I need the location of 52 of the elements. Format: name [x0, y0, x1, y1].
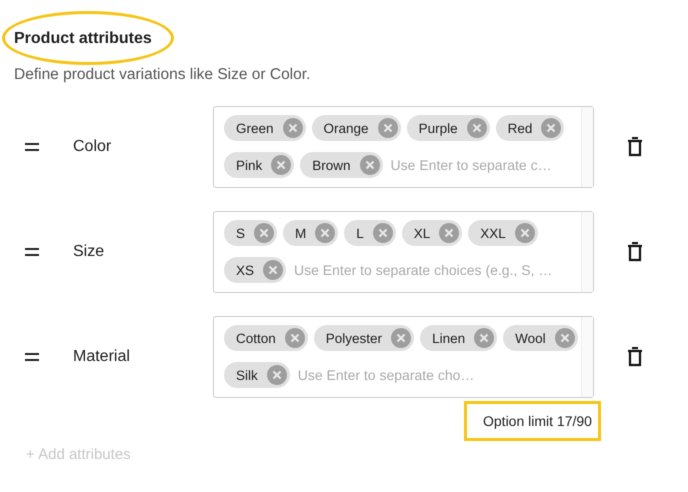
- remove-icon[interactable]: [378, 118, 398, 138]
- chip-label: M: [295, 226, 306, 240]
- chip-label: Cotton: [236, 330, 276, 346]
- chip-label: Linen: [432, 330, 466, 346]
- scrollbar[interactable]: [581, 107, 593, 187]
- chip-label: S: [236, 226, 246, 240]
- drag-handle-icon[interactable]: [25, 353, 39, 361]
- remove-icon[interactable]: [263, 260, 284, 280]
- remove-icon[interactable]: [474, 328, 494, 348]
- remove-icon[interactable]: [466, 118, 487, 138]
- chip-label: XS: [236, 262, 254, 278]
- chip-label: L: [356, 226, 364, 240]
- chip-label: Pink: [236, 158, 262, 172]
- attribute-name: Color: [73, 138, 112, 156]
- chip-label: Silk: [236, 368, 258, 382]
- remove-icon[interactable]: [541, 118, 562, 138]
- choice-input[interactable]: Use Enter to separate c…: [388, 152, 581, 178]
- delete-icon[interactable]: [627, 137, 643, 157]
- drag-handle-icon[interactable]: [25, 248, 39, 256]
- attribute-name: Material: [73, 348, 131, 366]
- chip-label: XL: [414, 226, 430, 240]
- chip-label: Red: [508, 120, 532, 136]
- section-title: Product attributes: [14, 30, 152, 48]
- drag-handle-icon[interactable]: [25, 143, 39, 151]
- chip-label: Orange: [324, 120, 369, 136]
- remove-icon[interactable]: [254, 223, 274, 243]
- chip-label: Green: [236, 120, 274, 136]
- remove-icon[interactable]: [554, 328, 575, 348]
- chip-label: Purple: [418, 120, 458, 136]
- section-description: Define product variations like Size or Color.: [14, 66, 312, 84]
- remove-icon[interactable]: [282, 118, 303, 138]
- chip-label: Wool: [515, 330, 546, 346]
- remove-icon[interactable]: [514, 223, 535, 243]
- remove-icon[interactable]: [360, 155, 380, 175]
- chip-label: Brown: [312, 158, 351, 172]
- chip-label: Polyester: [326, 330, 382, 346]
- chip-label: XXL: [480, 226, 506, 240]
- option-limit: Option limit 17/90: [464, 401, 601, 441]
- delete-icon[interactable]: [627, 347, 643, 367]
- choice-input[interactable]: Use Enter to separate cho…: [296, 362, 581, 388]
- remove-icon[interactable]: [315, 223, 336, 243]
- remove-icon[interactable]: [372, 223, 393, 243]
- remove-icon[interactable]: [284, 328, 305, 348]
- attribute-name: Size: [73, 243, 106, 261]
- scrollbar[interactable]: [581, 212, 593, 292]
- remove-icon[interactable]: [266, 365, 287, 385]
- scrollbar[interactable]: [581, 317, 593, 397]
- remove-icon[interactable]: [271, 155, 292, 175]
- delete-icon[interactable]: [627, 242, 643, 262]
- remove-icon[interactable]: [391, 328, 412, 348]
- choice-input[interactable]: Use Enter to separate choices (e.g., S, …: [292, 257, 581, 283]
- remove-icon[interactable]: [439, 223, 460, 243]
